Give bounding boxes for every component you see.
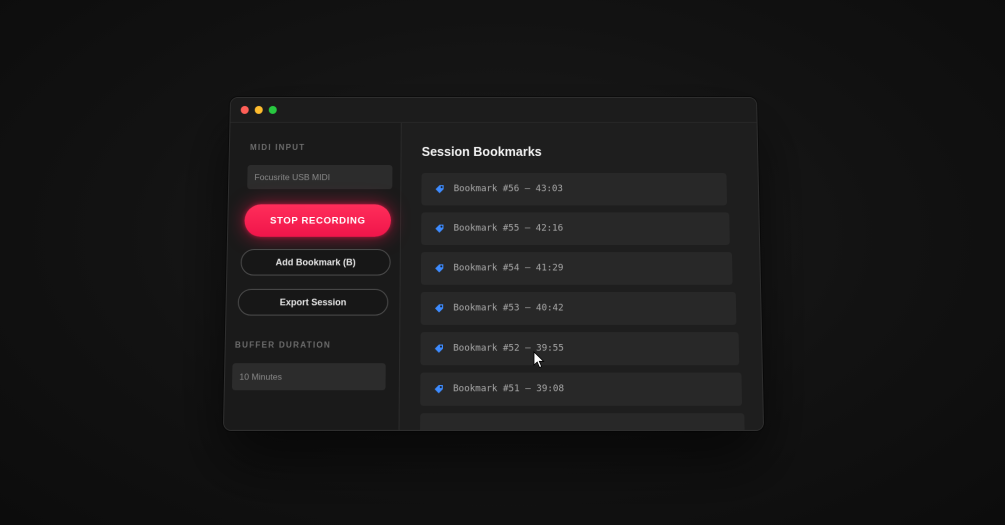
bookmark-item[interactable]: Bookmark #53 — 40:42	[420, 291, 737, 325]
minimize-window-button[interactable]	[254, 105, 263, 114]
bookmark-label: Bookmark #52 — 39:55	[453, 343, 564, 354]
bookmark-item[interactable]: Bookmark #56 — 43:03	[421, 173, 728, 206]
bookmark-item[interactable]: Bookmark #51 — 39:08	[420, 372, 743, 406]
bookmark-tag-icon	[434, 304, 444, 313]
add-bookmark-button[interactable]: Add Bookmark (B)	[240, 249, 391, 276]
close-window-button[interactable]	[240, 105, 249, 114]
bookmark-list: Bookmark #56 — 43:03 Bookmark #55 — 42:1…	[420, 173, 745, 431]
stop-recording-button[interactable]: STOP RECORDING	[244, 204, 392, 237]
bookmark-label: Bookmark #54 — 41:29	[453, 263, 564, 274]
bookmark-item[interactable]: Bookmark #54 — 41:29	[420, 252, 733, 285]
main-panel: Session Bookmarks Bookmark #56 — 43:03 B…	[399, 122, 764, 431]
window-body: MIDI INPUT Focusrite USB MIDI STOP RECOR…	[223, 122, 764, 431]
bookmark-tag-icon	[434, 385, 443, 394]
bookmark-item[interactable]: Bookmark #52 — 39:55	[420, 332, 740, 366]
bookmark-tag-icon	[434, 344, 444, 353]
buffer-duration-select[interactable]: 10 Minutes	[231, 363, 386, 391]
bookmark-label: Bookmark #51 — 39:08	[453, 383, 565, 395]
buffer-duration-label: BUFFER DURATION	[234, 340, 332, 350]
midi-device-select[interactable]: Focusrite USB MIDI	[247, 164, 393, 190]
midi-input-label: MIDI INPUT	[249, 142, 306, 152]
title-bar	[230, 97, 757, 123]
bookmark-label: Bookmark #53 — 40:42	[453, 303, 564, 314]
bookmark-item[interactable]: Bookmark #55 — 42:16	[421, 212, 730, 245]
bookmark-item-partial[interactable]	[420, 413, 745, 431]
page-title: Session Bookmarks	[421, 144, 542, 159]
stage: MIDI INPUT Focusrite USB MIDI STOP RECOR…	[0, 0, 1005, 525]
app-window: MIDI INPUT Focusrite USB MIDI STOP RECOR…	[222, 97, 765, 431]
maximize-window-button[interactable]	[268, 105, 277, 114]
bookmark-tag-icon	[435, 264, 444, 273]
sidebar: MIDI INPUT Focusrite USB MIDI STOP RECOR…	[223, 122, 402, 431]
bookmark-tag-icon	[435, 224, 444, 233]
export-session-button[interactable]: Export Session	[237, 288, 389, 316]
bookmark-tag-icon	[435, 185, 444, 194]
bookmark-label: Bookmark #55 — 42:16	[453, 223, 564, 234]
bookmark-label: Bookmark #56 — 43:03	[453, 184, 563, 195]
mouse-cursor-icon	[533, 351, 545, 369]
